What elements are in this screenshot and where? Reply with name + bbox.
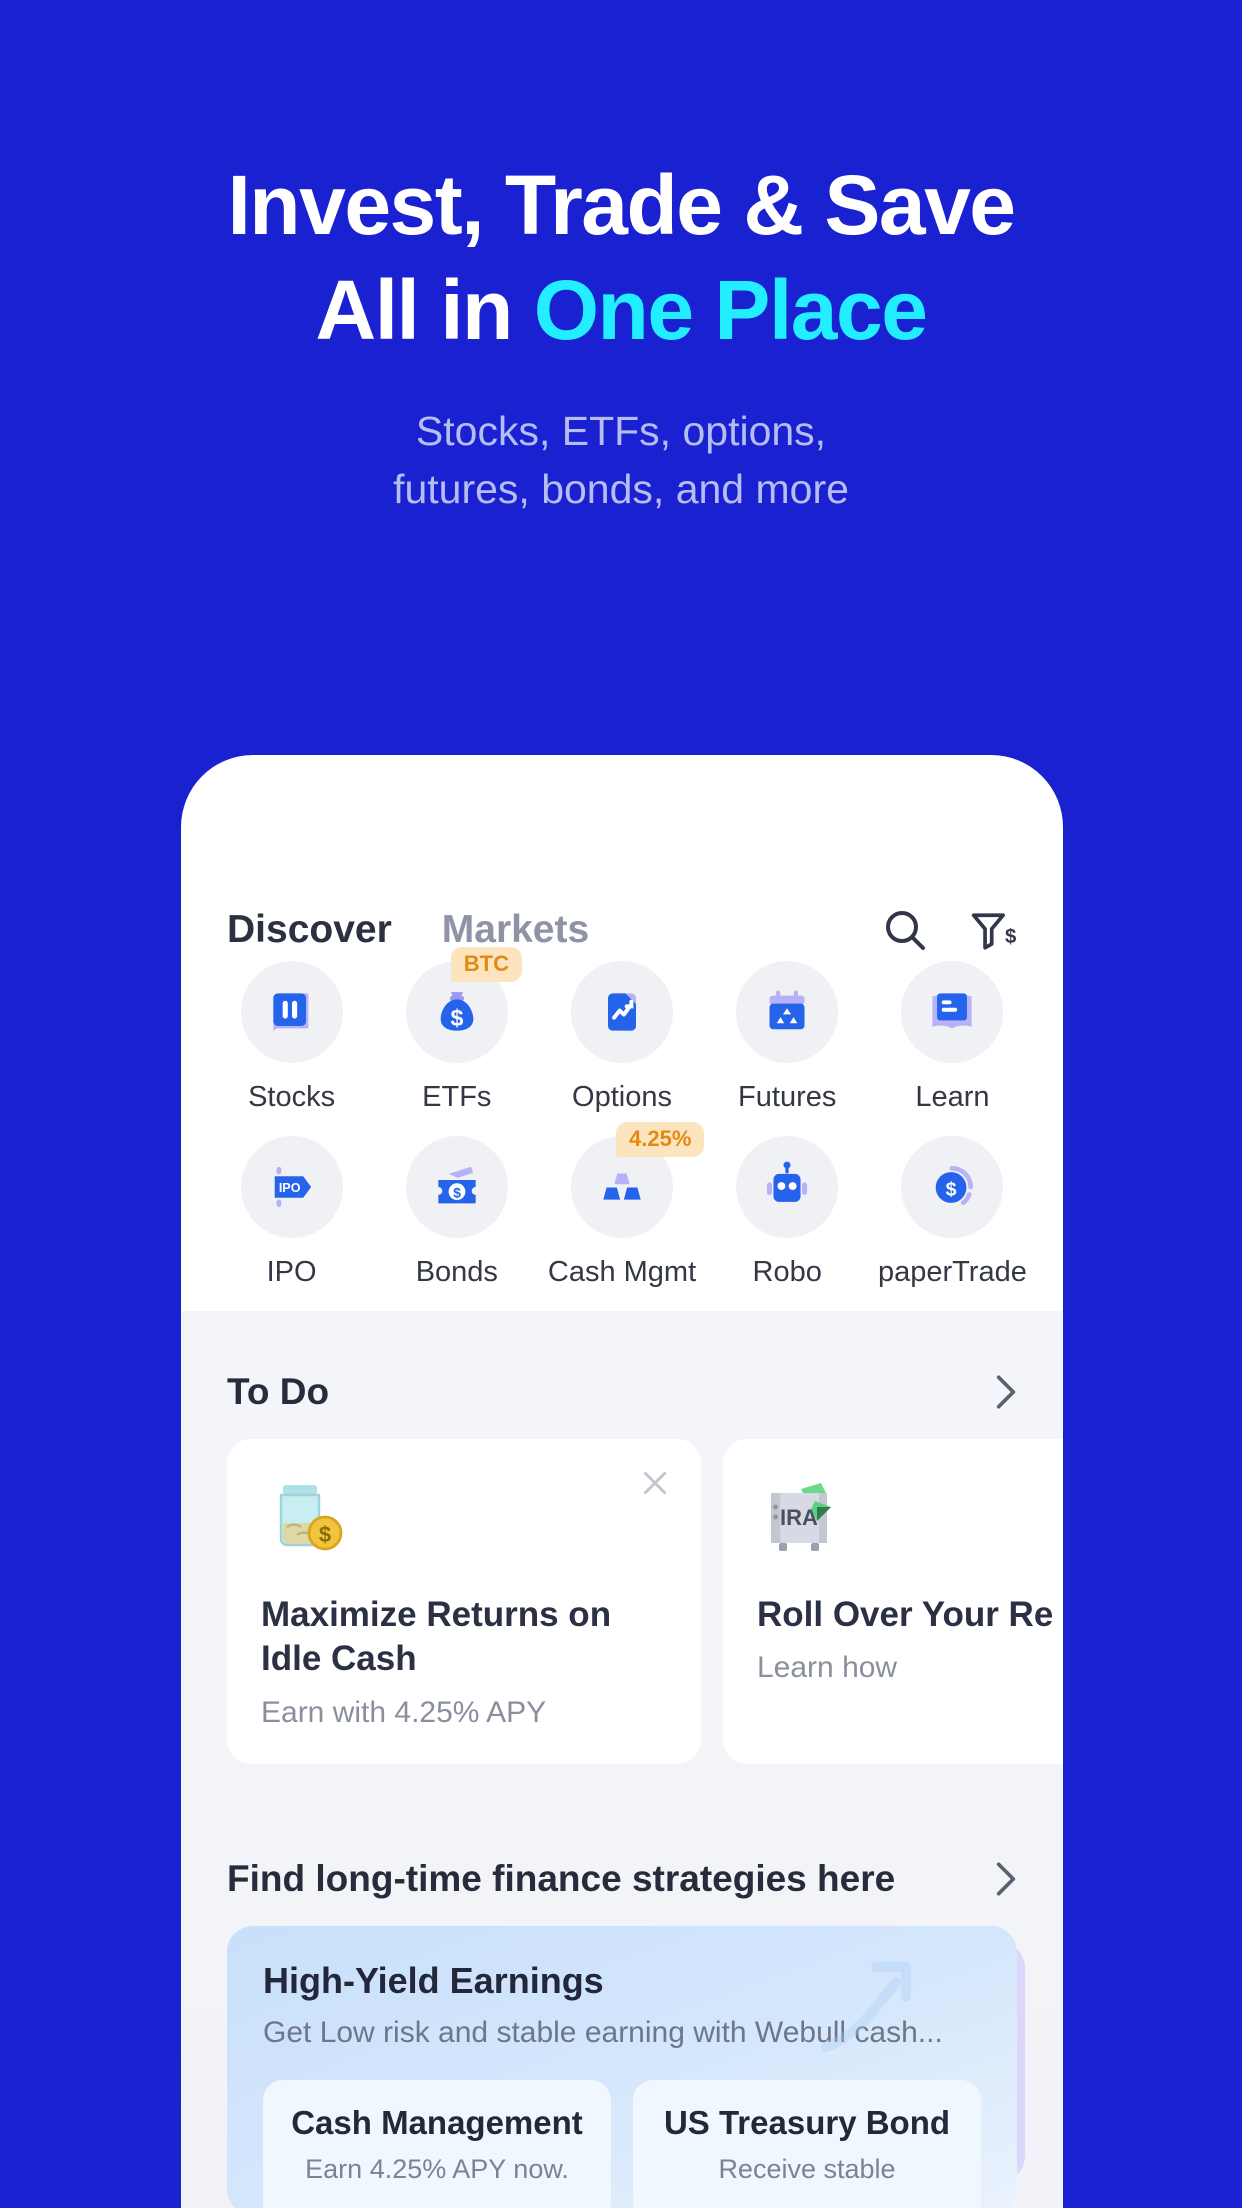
robo-icon-circle [736,1136,839,1238]
ira-safe-emoji: IRA [771,1483,831,1551]
todo-card-subtitle: Earn with 4.25% APY [261,1695,547,1729]
quick-actions-grid: Stocks BTC $ ETFs Options Futures Learn … [181,947,1063,1311]
quick-action-robo[interactable]: Robo [705,1136,870,1311]
quick-action-label: ETFs [422,1081,492,1113]
quick-action-papertrade[interactable]: $ paperTrade [870,1136,1035,1311]
hero-headline-plain: All in [315,262,534,357]
quick-action-etfs[interactable]: BTC $ ETFs [374,947,539,1136]
todo-card-title: Roll Over Your Re Plan [757,1595,1063,1634]
futures-calendar-icon [769,990,805,1030]
quick-action-label: Options [572,1081,672,1113]
svg-text:$: $ [453,1184,461,1200]
todo-card[interactable]: $ Maximize Returns on Idle Cash Earn wit… [227,1439,701,1764]
strategies-section-header[interactable]: Find long-time finance strategies here [181,1824,1063,1926]
strategy-tile-subtitle: Earn 4.25% APY now. [305,2153,569,2184]
todo-card-title: Maximize Returns on Idle Cash [261,1595,612,1679]
options-chart-icon [608,993,636,1031]
money-jar-emoji: $ [279,1485,343,1551]
strategies-carousel: High-Yield Earnings Get Low risk and sta… [181,1925,1063,2208]
svg-text:$: $ [1005,926,1016,948]
learn-icon-circle [901,961,1004,1063]
money-bag-icon: $ [440,992,474,1031]
stocks-icon-circle [240,961,343,1063]
hero-headline-accent: One Place [533,262,928,357]
ipo-tag-icon: IPO [274,1166,311,1208]
quick-action-label: IPO [266,1256,317,1288]
todo-section-header[interactable]: To Do [181,1337,1063,1439]
todo-card-list: $ Maximize Returns on Idle Cash Earn wit… [181,1439,1063,1824]
tab-discover[interactable]: Discover [227,908,392,952]
svg-text:$: $ [450,1005,463,1031]
phone-mockup: Discover Markets $ Stocks BTC $ ETFs Opt… [181,755,1063,2208]
hero-subtitle-line-1: Stocks, ETFs, options, [415,407,827,454]
hero-headline-line-2: All in One Place [0,255,1242,366]
quick-action-cash-mgmt[interactable]: 4.25% Cash Mgmt [539,1122,705,1311]
close-icon[interactable] [639,1467,671,1499]
options-icon-circle [571,961,673,1063]
svg-text:$: $ [319,1522,331,1547]
filter-dollar-icon[interactable]: $ [969,906,1017,954]
todo-title: To Do [227,1371,330,1412]
search-icon[interactable] [881,906,929,954]
quick-actions-row-1: Stocks BTC $ ETFs Options Futures Learn [209,947,1035,1136]
stocks-book-icon [272,993,308,1033]
strategy-tile-cash-management[interactable]: Cash Management Earn 4.25% APY now. [263,2079,611,2208]
todo-card[interactable]: IRA Roll Over Your Re Plan Learn how [723,1439,1063,1764]
svg-text:$: $ [946,1178,957,1200]
papertrade-icon-circle: $ [901,1136,1004,1238]
hero-subtitle-line-2: futures, bonds, and more [393,465,849,512]
strategy-card-stack: High-Yield Earnings Get Low risk and sta… [227,1925,1025,2208]
bonds-icon-circle: $ [405,1136,508,1238]
strategy-tile-title: US Treasury Bond [663,2103,951,2141]
quick-action-ipo[interactable]: IPO IPO [209,1136,374,1311]
content-band: To Do $ Maximize Returns on Idle Cash Ea… [181,1311,1063,2208]
hero-headline-line-1: Invest, Trade & Save [227,158,1016,252]
etfs-badge: BTC [450,947,523,982]
app-header: Discover Markets $ [181,755,1063,955]
quick-action-futures[interactable]: Futures [705,961,870,1136]
bonds-ticket-icon: $ [438,1166,476,1204]
quick-action-label: paperTrade [877,1256,1027,1288]
cash-mgmt-badge: 4.25% [616,1122,705,1157]
hero-section: Invest, Trade & Save All in One Place St… [0,0,1242,518]
strategy-card[interactable]: High-Yield Earnings Get Low risk and sta… [227,1925,1017,2208]
quick-action-options[interactable]: Options [539,961,704,1136]
ipo-icon-circle: IPO [240,1136,343,1238]
strategy-tile-subtitle: Receive stable [718,2153,896,2184]
svg-text:IPO: IPO [278,1181,300,1195]
quick-action-label: Stocks [248,1081,336,1113]
quick-action-learn[interactable]: Learn [870,961,1035,1136]
quick-action-stocks[interactable]: Stocks [209,961,374,1136]
growth-arrow-watermark-icon [821,1961,911,2052]
header-icon-group: $ [881,906,1017,954]
futures-icon-circle [736,961,839,1063]
strategy-tiles: Cash Management Earn 4.25% APY now. US T… [263,2079,981,2208]
todo-card-subtitle: Learn how [757,1651,898,1685]
learn-book-icon [932,993,973,1029]
gold-bars-icon [603,1173,641,1200]
quick-action-label: Cash Mgmt [547,1256,697,1288]
quick-action-label: Futures [738,1081,837,1113]
quick-actions-row-2: IPO IPO $ Bonds 4.25% Cash Mgmt Robo $ p… [209,1122,1035,1311]
strategy-tile-title: Cash Management [291,2103,583,2141]
strategy-tile-us-treasury-bond[interactable]: US Treasury Bond Receive stable [633,2079,981,2208]
chevron-right-icon[interactable] [995,1860,1017,1898]
chevron-right-icon[interactable] [995,1373,1017,1411]
quick-action-label: Learn [915,1081,990,1113]
robot-icon [767,1161,808,1202]
tab-markets[interactable]: Markets [442,908,589,952]
quick-action-label: Robo [752,1256,822,1288]
quick-action-bonds[interactable]: $ Bonds [374,1136,539,1311]
hero-subtitle: Stocks, ETFs, options, futures, bonds, a… [0,402,1242,518]
paper-trade-coin-icon: $ [936,1166,974,1206]
strategies-title: Find long-time finance strategies here [227,1857,896,1899]
quick-action-label: Bonds [415,1256,498,1288]
